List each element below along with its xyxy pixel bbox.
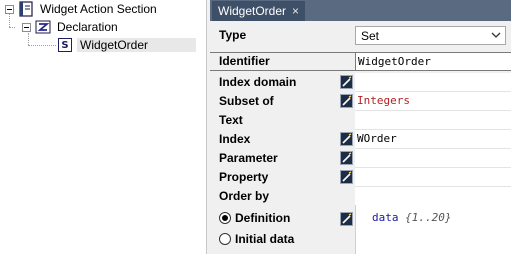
initial-data-radio-group[interactable]: Initial data [219,230,294,249]
attr-label: Index domain [219,75,297,89]
wizard-icon[interactable] [340,75,353,89]
tab-bar: WidgetOrder × [210,0,511,21]
type-select[interactable]: Set [355,26,506,45]
property-field[interactable] [355,168,511,187]
attr-label: Parameter [219,151,278,165]
subset-of-field[interactable]: Integers [355,92,511,111]
tree-node-widgetorder[interactable]: S WidgetOrder [58,36,196,54]
attr-row-text: Text [210,111,511,130]
attr-row-index-domain: Index domain [210,73,511,92]
initial-data-radio[interactable] [219,233,231,245]
tree-node-label: Widget Action Section [40,2,157,16]
wizard-icon[interactable] [340,170,353,184]
attr-label: Subset of [219,94,274,108]
wizard-icon[interactable] [340,132,353,146]
set-icon: S [58,38,72,52]
tab-label: WidgetOrder [218,4,287,18]
definition-editor[interactable]: data {1..20} [355,205,511,254]
declaration-icon [35,20,51,34]
attribute-panel: WidgetOrder × Type Set Identifier Widget… [210,0,511,254]
attr-row-type: Type Set [210,23,511,49]
attr-row-property: Property [210,168,511,187]
wizard-icon[interactable] [340,94,353,108]
book-icon [19,1,33,17]
close-icon[interactable]: × [292,4,299,18]
index-field[interactable]: WOrder [355,130,511,149]
identifier-field[interactable]: WidgetOrder [355,53,511,70]
tree-node-declaration[interactable]: Declaration [22,18,121,36]
model-tree: Widget Action Section Declaration S Widg… [0,0,206,254]
attr-row-order-by: Order by [210,187,511,206]
definition-radio-group[interactable]: Definition [219,209,290,228]
tree-connector [28,45,56,46]
wizard-icon[interactable] [340,212,353,226]
attr-label: Order by [219,189,270,203]
wizard-icon[interactable] [340,151,353,165]
parameter-field[interactable] [355,149,511,168]
index-domain-field[interactable] [355,73,511,92]
attr-row-parameter: Parameter [210,149,511,168]
definition-radio[interactable] [219,212,231,224]
tree-node-label: Declaration [57,20,118,34]
attr-label: Type [219,28,247,42]
collapse-icon[interactable] [5,4,14,14]
attr-label: Initial data [235,232,295,246]
chevron-down-icon [491,32,501,38]
attr-row-index: Index WOrder [210,130,511,149]
tree-connector [9,27,15,28]
attr-row-subset-of: Subset of Integers [210,92,511,111]
collapse-icon[interactable] [22,22,31,32]
tree-node-label: WidgetOrder [77,38,196,52]
text-field[interactable] [355,111,511,130]
attr-row-identifier: Identifier WidgetOrder [210,52,511,71]
definition-range: {1..20} [405,211,452,224]
tab-widgetorder[interactable]: WidgetOrder × [212,1,306,21]
attribute-grid: Type Set Identifier WidgetOrder Index do… [210,21,511,254]
attr-label: Index [219,132,251,146]
attr-label: Identifier [219,54,270,68]
definition-keyword: data [372,211,399,224]
attr-label: Text [219,113,243,127]
attr-label: Property [219,170,269,184]
attr-label: Definition [235,211,291,225]
type-select-value: Set [361,28,380,43]
tree-node-root[interactable]: Widget Action Section [5,0,160,18]
order-by-field[interactable] [355,187,511,206]
